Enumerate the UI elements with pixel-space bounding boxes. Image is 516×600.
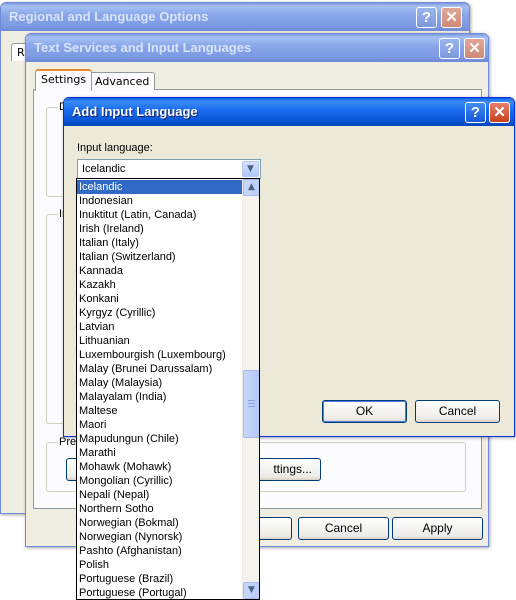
list-item[interactable]: Italian (Italy): [77, 236, 242, 250]
grip-icon: [248, 406, 255, 407]
help-icon[interactable]: ?: [439, 38, 460, 59]
list-item[interactable]: Malay (Brunei Darussalam): [77, 362, 242, 376]
regional-titlebar[interactable]: Regional and Language Options ? ✕: [1, 3, 469, 31]
cancel-button[interactable]: Cancel: [415, 400, 500, 423]
list-item[interactable]: Inuktitut (Latin, Canada): [77, 208, 242, 222]
key-settings-label: ttings...: [273, 462, 312, 476]
list-item[interactable]: Lithuanian: [77, 334, 242, 348]
list-item[interactable]: Northern Sotho: [77, 502, 242, 516]
language-dropdown-list[interactable]: Icelandic Indonesian Inuktitut (Latin, Can…: [76, 178, 260, 600]
help-icon[interactable]: ?: [465, 102, 486, 123]
list-item[interactable]: Kannada: [77, 264, 242, 278]
list-item[interactable]: Malayalam (India): [77, 390, 242, 404]
scroll-up-icon[interactable]: ▲: [243, 179, 259, 196]
list-item[interactable]: Kyrgyz (Cyrillic): [77, 306, 242, 320]
chevron-down-icon[interactable]: ▼: [242, 161, 259, 177]
list-item[interactable]: Indonesian: [77, 194, 242, 208]
dropdown-scrollbar[interactable]: ▲ ▼: [242, 179, 259, 599]
tab-advanced-label: Advanced: [95, 75, 150, 88]
list-item[interactable]: Nepali (Nepal): [77, 488, 242, 502]
list-item[interactable]: Luxembourgish (Luxembourg): [77, 348, 242, 362]
list-item[interactable]: Portuguese (Portugal): [77, 586, 242, 599]
list-item[interactable]: Mapudungun (Chile): [77, 432, 242, 446]
tab-settings[interactable]: Settings: [35, 69, 93, 91]
input-language-select[interactable]: Icelandic ▼: [77, 159, 261, 179]
selected-language: Icelandic: [82, 163, 126, 175]
list-item[interactable]: Marathi: [77, 446, 242, 460]
grip-icon: [248, 403, 255, 404]
ok-button[interactable]: OK: [322, 400, 407, 423]
list-item[interactable]: Pashto (Afghanistan): [77, 544, 242, 558]
list-item[interactable]: Icelandic: [77, 180, 242, 194]
list-item[interactable]: Kazakh: [77, 278, 242, 292]
list-item[interactable]: Mongolian (Cyrillic): [77, 474, 242, 488]
list-item[interactable]: Mohawk (Mohawk): [77, 460, 242, 474]
list-item[interactable]: Italian (Switzerland): [77, 250, 242, 264]
close-icon[interactable]: ✕: [489, 102, 510, 123]
language-list-items: Icelandic Indonesian Inuktitut (Latin, Can…: [77, 180, 242, 599]
tab-settings-label: Settings: [41, 73, 87, 86]
list-item[interactable]: Polish: [77, 558, 242, 572]
list-item[interactable]: Norwegian (Nynorsk): [77, 530, 242, 544]
list-item[interactable]: Irish (Ireland): [77, 222, 242, 236]
list-item[interactable]: Konkani: [77, 292, 242, 306]
list-item[interactable]: Portuguese (Brazil): [77, 572, 242, 586]
list-item[interactable]: Maltese: [77, 404, 242, 418]
help-icon[interactable]: ?: [416, 7, 437, 28]
regional-tab-label: R: [17, 46, 25, 59]
close-icon[interactable]: ✕: [441, 7, 462, 28]
list-item[interactable]: Maori: [77, 418, 242, 432]
grip-icon: [248, 400, 255, 401]
input-language-label: Input language:: [77, 142, 153, 154]
apply-button[interactable]: Apply: [392, 517, 483, 540]
scroll-thumb[interactable]: [243, 370, 259, 438]
cancel-button[interactable]: Cancel: [298, 517, 389, 540]
close-icon[interactable]: ✕: [464, 38, 485, 59]
list-item[interactable]: Norwegian (Bokmal): [77, 516, 242, 530]
scroll-down-icon[interactable]: ▼: [243, 582, 259, 599]
add-input-title: Add Input Language: [72, 104, 198, 119]
add-input-titlebar[interactable]: Add Input Language ? ✕: [64, 98, 514, 126]
group-stub-preferences: Pre: [58, 436, 78, 448]
regional-title: Regional and Language Options: [9, 9, 209, 24]
list-item[interactable]: Latvian: [77, 320, 242, 334]
text-services-title: Text Services and Input Languages: [34, 40, 252, 55]
text-services-titlebar[interactable]: Text Services and Input Languages ? ✕: [26, 34, 488, 62]
list-item[interactable]: Malay (Malaysia): [77, 376, 242, 390]
tab-advanced[interactable]: Advanced: [89, 72, 156, 90]
